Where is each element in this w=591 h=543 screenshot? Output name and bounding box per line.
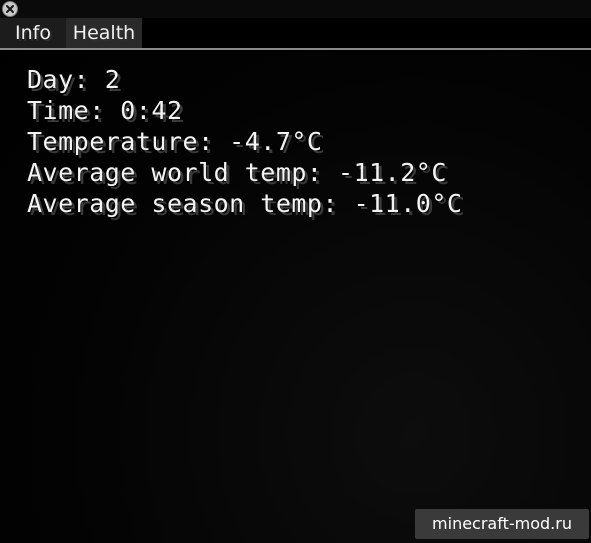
close-x-icon: [6, 5, 14, 13]
info-line-time: Time: 0:42: [27, 96, 183, 125]
watermark-badge: minecraft-mod.ru: [415, 509, 589, 539]
info-line-temperature: Temperature: -4.7°C: [27, 127, 323, 156]
close-button[interactable]: [2, 1, 18, 17]
info-line-average-world-temp: Average world temp: -11.2°C: [27, 158, 447, 187]
info-line-day: Day: 2: [27, 65, 121, 94]
window-titlebar: [0, 0, 591, 19]
info-line-average-season-temp: Average season temp: -11.0°C: [27, 189, 463, 218]
info-list: Day: 2 Time: 0:42 Temperature: -4.7°C Av…: [27, 64, 462, 219]
tab-health[interactable]: Health: [66, 18, 142, 48]
tab-bar: Info Health: [0, 18, 591, 50]
info-panel: Info Health Day: 2 Time: 0:42 Temperatur…: [0, 0, 591, 543]
tab-info[interactable]: Info: [0, 18, 66, 48]
